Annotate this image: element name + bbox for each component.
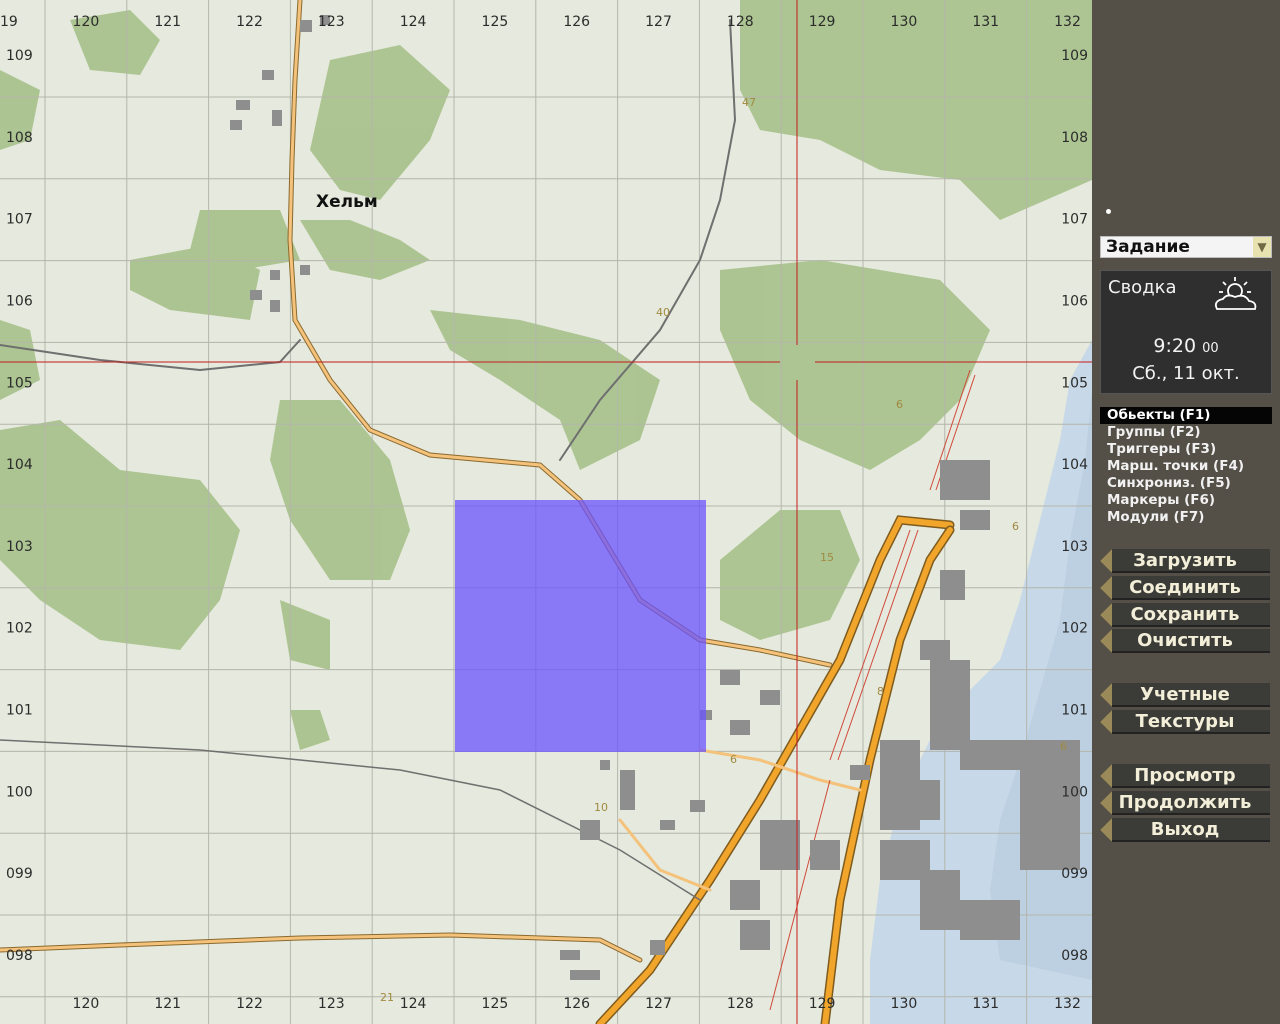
- svg-text:21: 21: [380, 991, 394, 1004]
- svg-text:15: 15: [820, 551, 834, 564]
- grid-label-top: 130: [891, 14, 918, 30]
- grid-label-left: 103: [6, 539, 33, 555]
- svg-text:47: 47: [742, 96, 756, 109]
- grid-label-top: 124: [400, 14, 427, 30]
- svg-text:6: 6: [896, 398, 903, 411]
- grid-label-top: 121: [154, 14, 181, 30]
- preview-button[interactable]: Просмотр: [1100, 764, 1270, 788]
- grid-label-top: 132: [1054, 14, 1081, 30]
- grid-label-right: 108: [1061, 130, 1088, 146]
- accounts-button[interactable]: Учетные: [1100, 683, 1270, 707]
- mode-markers[interactable]: Маркеры (F6): [1100, 492, 1272, 509]
- grid-label-bottom: 126: [563, 996, 590, 1012]
- time-value: 9:20: [1153, 335, 1197, 357]
- grid-label-left: 102: [6, 621, 33, 637]
- summary-title: Сводка: [1108, 277, 1177, 298]
- mission-date: Сб., 11 окт.: [1132, 363, 1240, 384]
- grid-label-bottom: 127: [645, 996, 672, 1012]
- panel-indicator-dot: [1106, 209, 1111, 214]
- grid-label-right: 106: [1061, 294, 1088, 310]
- save-button[interactable]: Сохранить: [1100, 603, 1270, 627]
- grid-label-right: 100: [1061, 784, 1088, 800]
- grid-label-left: 098: [6, 948, 33, 964]
- grid-label-left: 109: [6, 48, 33, 64]
- editor-mode-list: Обьекты (F1) Группы (F2) Триггеры (F3) М…: [1100, 407, 1272, 526]
- grid-label-top: 19: [0, 14, 18, 30]
- grid-label-bottom: 128: [727, 996, 754, 1012]
- grid-label-bottom: 129: [809, 996, 836, 1012]
- svg-text:8: 8: [877, 685, 884, 698]
- grid-label-bottom: 130: [891, 996, 918, 1012]
- grid-label-right: 101: [1061, 703, 1088, 719]
- grid-label-bottom: 131: [972, 996, 999, 1012]
- mode-dropdown[interactable]: Задание ▼: [1100, 236, 1272, 258]
- grid-label-left: 106: [6, 294, 33, 310]
- mode-triggers[interactable]: Триггеры (F3): [1100, 441, 1272, 458]
- map-view[interactable]: 47 40 6 6 15 6 10 8 6 21 Хельм 19 120 121 1…: [0, 0, 1092, 1024]
- grid-label-top: 128: [727, 14, 754, 30]
- grid-label-left: 107: [6, 212, 33, 228]
- grid-label-left: 101: [6, 703, 33, 719]
- grid-label-bottom: 120: [73, 996, 100, 1012]
- load-button[interactable]: Загрузить: [1100, 549, 1270, 573]
- svg-text:6: 6: [730, 753, 737, 766]
- svg-text:40: 40: [656, 306, 670, 319]
- grid-label-top: 122: [236, 14, 263, 30]
- grid-label-right: 105: [1061, 375, 1088, 391]
- grid-label-top: 127: [645, 14, 672, 30]
- selection-rectangle[interactable]: [455, 500, 706, 752]
- svg-text:6: 6: [1012, 520, 1019, 533]
- grid-label-right: 102: [1061, 621, 1088, 637]
- grid-label-bottom: 122: [236, 996, 263, 1012]
- time-seconds: 00: [1202, 341, 1219, 356]
- grid-label-bottom: 123: [318, 996, 345, 1012]
- textures-button[interactable]: Текстуры: [1100, 710, 1270, 734]
- grid-label-left: 108: [6, 130, 33, 146]
- mode-modules[interactable]: Модули (F7): [1100, 509, 1272, 526]
- grid-label-top: 129: [809, 14, 836, 30]
- grid-label-top: 131: [972, 14, 999, 30]
- mode-groups[interactable]: Группы (F2): [1100, 424, 1272, 441]
- grid-label-right: 107: [1061, 212, 1088, 228]
- exit-button[interactable]: Выход: [1100, 818, 1270, 842]
- grid-label-right: 098: [1061, 948, 1088, 964]
- grid-label-top: 126: [563, 14, 590, 30]
- grid-label-top: 123: [318, 14, 345, 30]
- mode-objects[interactable]: Обьекты (F1): [1100, 407, 1272, 424]
- grid-label-left: 104: [6, 457, 33, 473]
- merge-button[interactable]: Соединить: [1100, 576, 1270, 600]
- cloudy-sun-icon: [1214, 277, 1257, 310]
- town-label: Хельм: [316, 192, 378, 212]
- mode-dropdown-value: Задание: [1106, 237, 1190, 257]
- grid-label-top: 125: [482, 14, 509, 30]
- mode-synchronize[interactable]: Синхрониз. (F5): [1100, 475, 1272, 492]
- map-canvas[interactable]: 47 40 6 6 15 6 10 8 6 21 Хельм 19 120 121 1…: [0, 0, 1092, 1024]
- svg-text:10: 10: [594, 801, 608, 814]
- grid-label-right: 099: [1061, 866, 1088, 882]
- grid-label-bottom: 125: [482, 996, 509, 1012]
- grid-label-left: 100: [6, 784, 33, 800]
- grid-label-right: 109: [1061, 48, 1088, 64]
- grid-label-left: 105: [6, 375, 33, 391]
- mode-waypoints[interactable]: Марш. точки (F4): [1100, 458, 1272, 475]
- mission-time: 9:20 00: [1101, 335, 1271, 357]
- summary-box[interactable]: Сводка 9:20 00 Сб., 11 окт.: [1100, 270, 1272, 394]
- grid-label-bottom: 121: [154, 996, 181, 1012]
- chevron-down-icon[interactable]: ▼: [1253, 237, 1271, 257]
- grid-label-top: 120: [73, 14, 100, 30]
- continue-button[interactable]: Продолжить: [1100, 791, 1270, 815]
- grid-label-right: 103: [1061, 539, 1088, 555]
- svg-text:6: 6: [1060, 740, 1067, 753]
- clear-button[interactable]: Очистить: [1100, 629, 1270, 653]
- grid-label-left: 099: [6, 866, 33, 882]
- grid-label-bottom: 124: [400, 996, 427, 1012]
- grid-label-right: 104: [1061, 457, 1088, 473]
- grid-label-bottom: 132: [1054, 996, 1081, 1012]
